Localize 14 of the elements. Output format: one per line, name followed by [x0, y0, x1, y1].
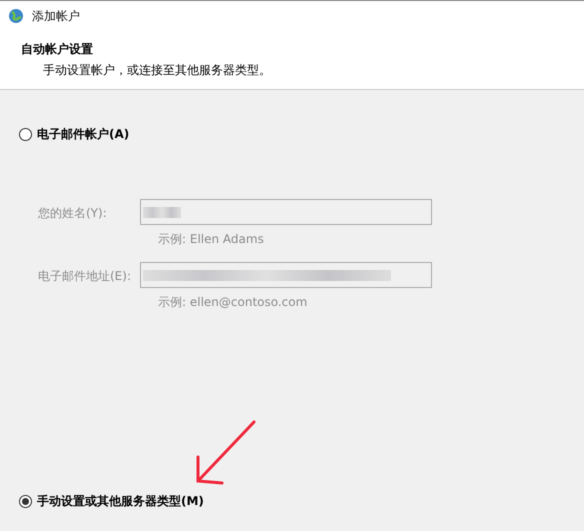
input-field[interactable] [140, 199, 432, 225]
field-label: 您的姓名(Y): [38, 205, 108, 222]
option-label[interactable]: 电子邮件帐户(A) [37, 126, 130, 143]
window-title: 添加帐户 [32, 8, 80, 24]
radio-button[interactable] [19, 495, 32, 508]
globe-icon [8, 8, 24, 24]
option-label[interactable]: 手动设置或其他服务器类型(M) [37, 493, 204, 510]
field-label: 电子邮件地址(E): [38, 268, 132, 285]
header-subtitle: 手动设置帐户，或连接至其他服务器类型。 [42, 62, 272, 79]
header-title: 自动帐户设置 [21, 41, 94, 58]
input-field[interactable] [140, 262, 432, 288]
example-hint: 示例: Ellen Adams [157, 231, 265, 248]
example-hint: 示例: ellen@contoso.com [157, 294, 308, 311]
radio-button[interactable] [19, 128, 32, 141]
